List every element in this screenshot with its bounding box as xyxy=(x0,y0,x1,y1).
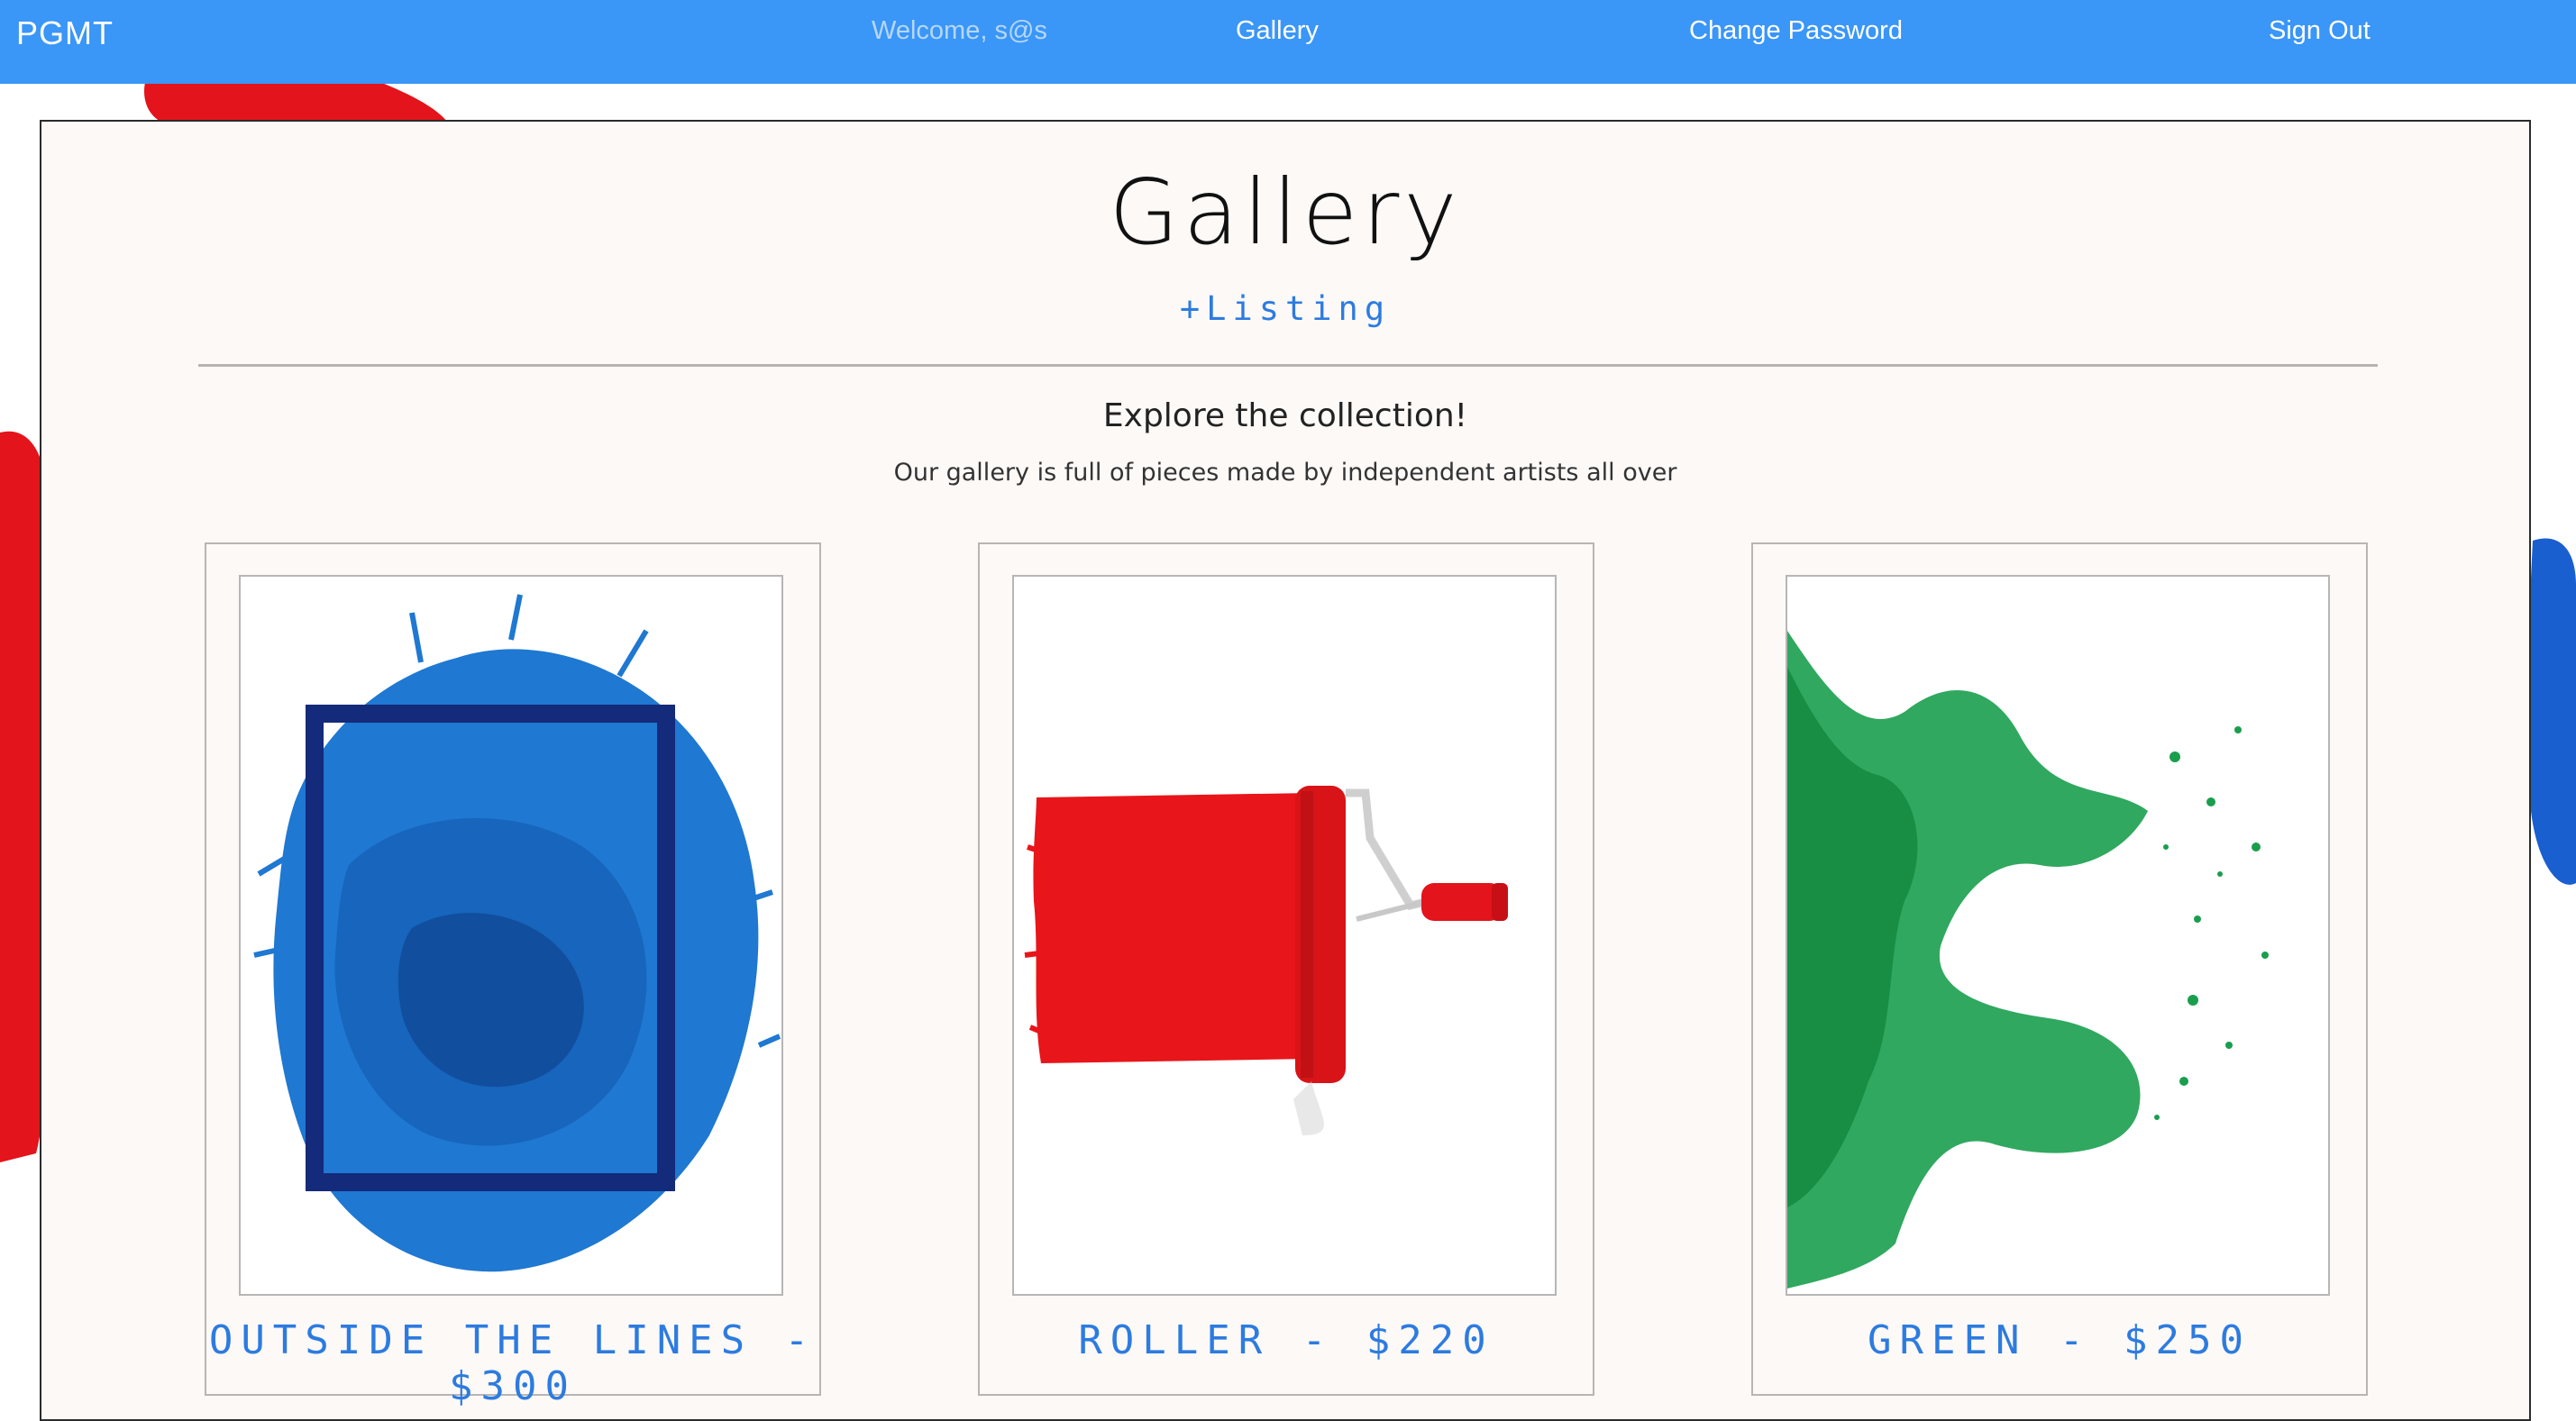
explore-subtitle: Our gallery is full of pieces made by in… xyxy=(893,459,1677,487)
paint-roller-artwork xyxy=(1014,577,1555,1294)
add-listing-button[interactable]: +Listing xyxy=(41,289,2529,328)
explore-heading: Explore the collection! xyxy=(1102,397,1468,434)
listing-caption[interactable]: GREEN - $250 xyxy=(1753,1317,2366,1363)
listing-card[interactable]: OUTSIDE THE LINES - $300 xyxy=(205,542,821,1409)
listing-card[interactable]: GREEN - $250 xyxy=(1751,542,2368,1396)
blue-paint-artwork xyxy=(241,577,781,1294)
green-powder-artwork xyxy=(1787,577,2328,1294)
nav-gallery-link[interactable]: Gallery xyxy=(1236,16,1319,46)
gallery-panel: Gallery +Listing Explore the collection!… xyxy=(40,120,2531,1421)
nav-sign-out-link[interactable]: Sign Out xyxy=(2269,16,2370,46)
page-title: Gallery xyxy=(1109,159,1462,265)
artwork-image[interactable] xyxy=(1012,575,1557,1296)
nav-change-password-link[interactable]: Change Password xyxy=(1689,16,1903,46)
listing-caption[interactable]: OUTSIDE THE LINES - $300 xyxy=(206,1317,819,1409)
artwork-image[interactable] xyxy=(1786,575,2330,1296)
listing-card[interactable]: ROLLER - $220 xyxy=(978,542,1594,1396)
brand-logo[interactable]: PGMT xyxy=(16,14,114,52)
welcome-text: Welcome, s@s xyxy=(872,16,1047,45)
top-navbar: PGMT Welcome, s@s Gallery Change Passwor… xyxy=(0,0,2576,84)
listing-caption[interactable]: ROLLER - $220 xyxy=(980,1317,1593,1363)
artwork-image[interactable] xyxy=(239,575,783,1296)
divider xyxy=(198,364,2378,367)
